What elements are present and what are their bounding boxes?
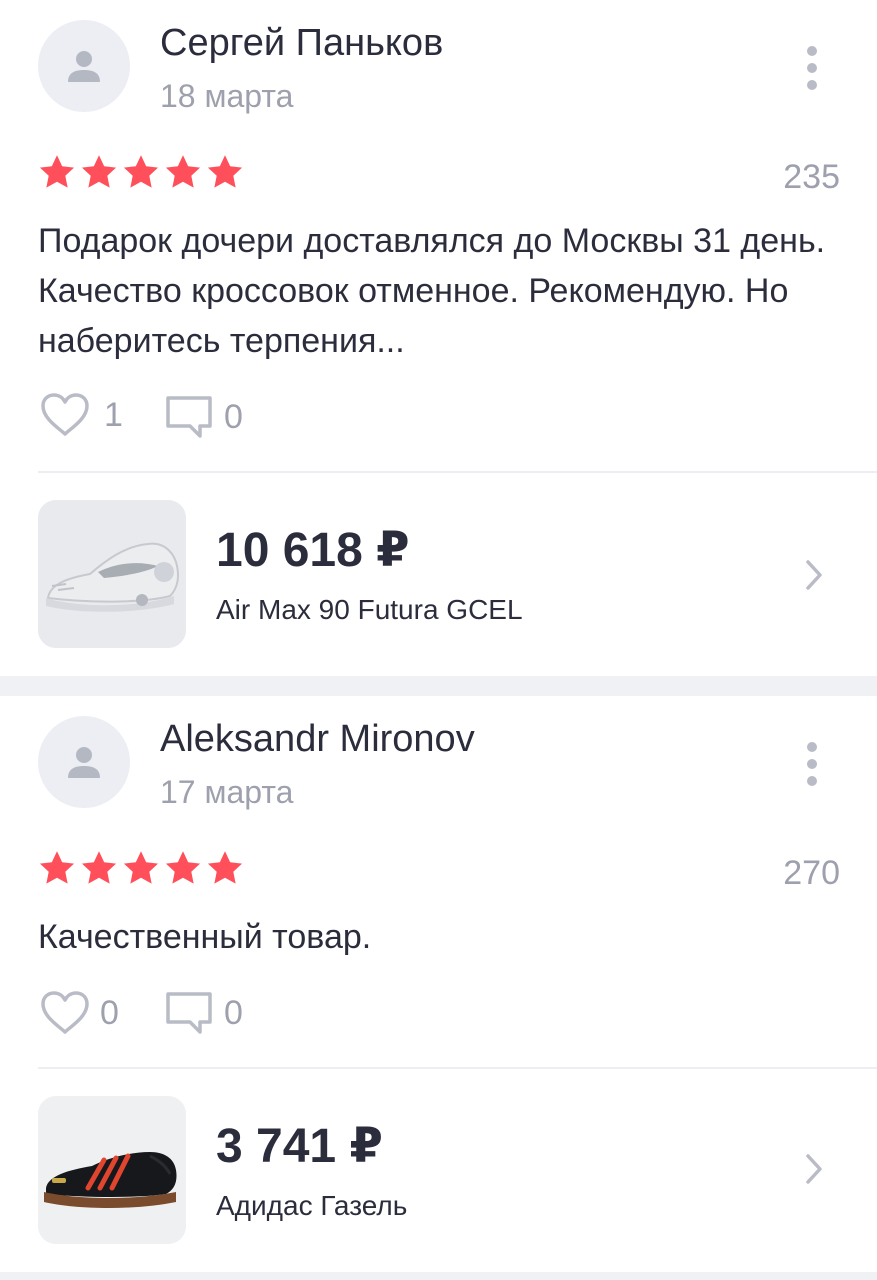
like-count: 0 <box>100 993 119 1032</box>
heart-icon <box>41 991 89 1034</box>
black-red-sneaker-image <box>38 1096 186 1244</box>
rating-stars <box>38 154 244 190</box>
product-link[interactable]: 10 618 ₽ Air Max 90 Futura GCEL <box>38 500 877 650</box>
star-icon <box>81 851 117 884</box>
author-name[interactable]: Сергей Паньков <box>160 22 443 65</box>
chevron-right-icon[interactable] <box>802 1152 826 1186</box>
review-count: 270 <box>783 854 840 892</box>
chevron-right-icon[interactable] <box>802 558 826 592</box>
comment-icon <box>166 992 212 1034</box>
review-count: 235 <box>783 158 840 196</box>
product-price: 10 618 ₽ <box>216 524 410 577</box>
product-image[interactable] <box>38 500 186 648</box>
more-options-icon[interactable] <box>798 742 826 786</box>
comment-count: 0 <box>224 993 243 1032</box>
review-date: 18 марта <box>160 78 294 114</box>
product-name: Air Max 90 Futura GCEL <box>216 594 523 625</box>
comment-button[interactable]: 0 <box>164 394 243 440</box>
product-link[interactable]: 3 741 ₽ Адидас Газель <box>38 1096 877 1246</box>
more-options-icon[interactable] <box>798 46 826 90</box>
product-image[interactable] <box>38 1096 186 1244</box>
author-name[interactable]: Aleksandr Mironov <box>160 718 475 761</box>
star-icon <box>81 155 117 188</box>
like-count: 1 <box>104 395 123 434</box>
heart-icon <box>41 393 89 436</box>
review-date: 17 марта <box>160 774 294 810</box>
avatar[interactable] <box>38 20 130 112</box>
rating-stars <box>38 850 244 886</box>
star-icon <box>207 851 243 884</box>
product-name: Адидас Газель <box>216 1190 408 1221</box>
white-sneaker-image <box>38 500 186 648</box>
comment-button[interactable]: 0 <box>164 990 243 1036</box>
comment-count: 0 <box>224 397 243 436</box>
star-icon <box>123 155 159 188</box>
review-card: Aleksandr Mironov 17 марта 270 Качествен… <box>0 696 877 1272</box>
star-icon <box>123 851 159 884</box>
comment-icon <box>166 396 212 438</box>
review-text: Подарок дочери доставлялся до Москвы 31 … <box>38 222 826 360</box>
avatar[interactable] <box>38 716 130 808</box>
review-card: Сергей Паньков 18 марта 235 Подарок доче… <box>0 0 877 676</box>
star-icon <box>39 155 75 188</box>
like-button[interactable]: 0 <box>40 990 119 1036</box>
divider <box>38 471 877 473</box>
divider <box>38 1067 877 1069</box>
star-icon <box>165 155 201 188</box>
star-icon <box>207 155 243 188</box>
product-price: 3 741 ₽ <box>216 1120 383 1173</box>
user-icon <box>68 747 100 778</box>
user-icon <box>68 51 100 82</box>
like-button[interactable]: 1 <box>40 392 123 438</box>
star-icon <box>165 851 201 884</box>
review-text: Качественный товар. <box>38 918 372 956</box>
star-icon <box>39 851 75 884</box>
